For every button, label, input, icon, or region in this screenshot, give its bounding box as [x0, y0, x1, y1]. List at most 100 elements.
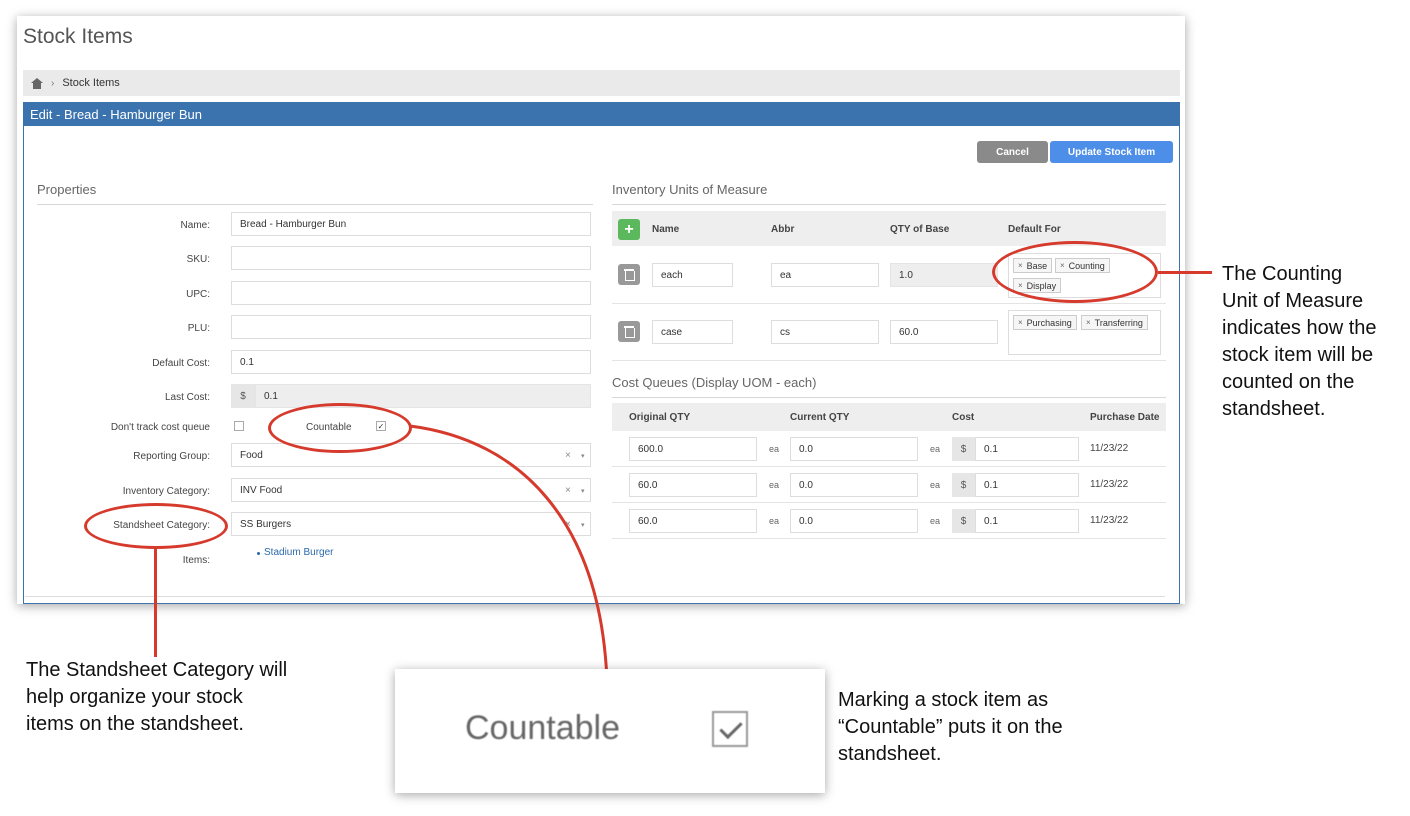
annotation-line: items on the standsheet.	[26, 713, 244, 735]
uom-divider	[612, 204, 1166, 205]
uom-header-abbr: Abbr	[771, 224, 795, 235]
standsheet-category-clear-icon[interactable]: ×	[565, 519, 571, 530]
cq-current-input[interactable]: 0.0	[790, 509, 918, 533]
annotation-line: standsheet.	[838, 743, 942, 765]
tag-label: Transferring	[1094, 317, 1143, 328]
cq-original-input[interactable]: 60.0	[629, 473, 757, 497]
row-divider	[612, 360, 1166, 361]
annotation-counting-uom: The Counting Unit of Measure indicates h…	[1222, 261, 1377, 423]
uom-title: Inventory Units of Measure	[612, 182, 768, 197]
home-icon[interactable]	[31, 77, 43, 89]
annotation-line: Unit of Measure	[1222, 290, 1364, 312]
cq-purchase-date: 11/23/22	[1090, 515, 1129, 526]
upc-input[interactable]	[231, 281, 591, 305]
annotation-line: “Countable” puts it on the	[838, 716, 1063, 738]
countable-zoom-callout: Countable	[395, 669, 825, 793]
annotation-countable: Marking a stock item as “Countable” puts…	[838, 687, 1063, 768]
cancel-button[interactable]: Cancel	[977, 141, 1048, 163]
tag-transferring[interactable]: × Transferring	[1081, 315, 1148, 330]
panel-title: Edit - Bread - Hamburger Bun	[24, 103, 1179, 126]
dont-track-cost-queue-checkbox[interactable]	[234, 421, 244, 431]
connector-line	[154, 549, 157, 657]
annotation-line: standsheet.	[1222, 398, 1326, 420]
inventory-category-chevron-down-icon[interactable]: ▾	[581, 487, 585, 495]
item-link-stadium-burger[interactable]: Stadium Burger	[264, 547, 333, 558]
cq-cost-input[interactable]: 0.1	[975, 509, 1079, 533]
cq-original-input[interactable]: 60.0	[629, 509, 757, 533]
row-divider	[612, 303, 1166, 304]
upc-label: UPC:	[186, 289, 210, 300]
plu-input[interactable]	[231, 315, 591, 339]
add-unit-button[interactable]: +	[618, 219, 640, 240]
sku-label: SKU:	[186, 254, 210, 265]
reporting-group-clear-icon[interactable]: ×	[565, 450, 571, 461]
annotation-line: help organize your stock	[26, 686, 243, 708]
dont-track-cost-queue-label: Don't track cost queue	[110, 422, 210, 433]
breadcrumb: › Stock Items	[23, 70, 1180, 96]
cq-cost-currency: $	[952, 509, 975, 533]
unit-name-input[interactable]: case	[652, 320, 733, 344]
zoom-checkbox-icon	[712, 711, 748, 747]
cq-current-unit: ea	[930, 444, 941, 454]
delete-unit-button[interactable]	[618, 264, 640, 285]
list-bullet	[257, 552, 260, 555]
cq-current-unit: ea	[930, 480, 941, 490]
cq-original-input[interactable]: 600.0	[629, 437, 757, 461]
reporting-group-chevron-down-icon[interactable]: ▾	[581, 452, 585, 460]
unit-qty-input[interactable]: 60.0	[890, 320, 998, 344]
cost-queues-title: Cost Queues (Display UOM - each)	[612, 375, 817, 390]
annotation-line: stock item will be	[1222, 344, 1374, 366]
highlight-standsheet-category	[84, 503, 228, 549]
cq-current-input[interactable]: 0.0	[790, 473, 918, 497]
properties-title: Properties	[37, 182, 97, 197]
cq-header-date: Purchase Date	[1090, 412, 1160, 423]
cost-queues-divider	[612, 397, 1166, 398]
connector-line	[1158, 271, 1212, 274]
unit-qty-value: 1.0	[890, 263, 998, 287]
default-cost-input[interactable]: 0.1	[231, 350, 591, 374]
cq-cost-currency: $	[952, 437, 975, 461]
cq-current-input[interactable]: 0.0	[790, 437, 918, 461]
cq-original-unit: ea	[769, 444, 780, 454]
reporting-group-select[interactable]: Food	[231, 443, 591, 467]
tag-purchasing[interactable]: × Purchasing	[1013, 315, 1077, 330]
cq-purchase-date: 11/23/22	[1090, 443, 1129, 454]
cq-cost-currency: $	[952, 473, 975, 497]
reporting-group-label: Reporting Group:	[133, 451, 210, 462]
inventory-category-select[interactable]: INV Food	[231, 478, 591, 502]
properties-divider	[37, 204, 593, 205]
name-label: Name:	[180, 220, 210, 231]
standsheet-category-chevron-down-icon[interactable]: ▾	[581, 521, 585, 529]
delete-unit-button[interactable]	[618, 321, 640, 342]
cq-cost-input[interactable]: 0.1	[975, 473, 1079, 497]
last-cost-value: 0.1	[255, 384, 591, 408]
update-stock-item-button[interactable]: Update Stock Item	[1050, 141, 1173, 163]
last-cost-currency: $	[231, 384, 255, 408]
cq-header-original: Original QTY	[629, 412, 691, 423]
default-cost-label: Default Cost:	[152, 358, 210, 369]
cost-queue-table-header	[612, 403, 1166, 431]
cq-header-cost: Cost	[952, 412, 975, 423]
sku-input[interactable]	[231, 246, 591, 270]
last-cost-label: Last Cost:	[164, 392, 210, 403]
annotation-line: indicates how the	[1222, 317, 1377, 339]
plu-label: PLU:	[187, 323, 210, 334]
cq-current-unit: ea	[930, 516, 941, 526]
row-divider	[612, 466, 1166, 467]
unit-name-input[interactable]: each	[652, 263, 733, 287]
name-input[interactable]: Bread - Hamburger Bun	[231, 212, 591, 236]
unit-abbr-input[interactable]: ea	[771, 263, 879, 287]
uom-header-default-for: Default For	[1008, 224, 1061, 235]
cq-cost-input[interactable]: 0.1	[975, 437, 1079, 461]
tag-remove-icon[interactable]: ×	[1086, 318, 1091, 327]
tag-remove-icon[interactable]: ×	[1018, 318, 1023, 327]
annotation-line: Marking a stock item as	[838, 689, 1049, 711]
unit-abbr-input[interactable]: cs	[771, 320, 879, 344]
inventory-category-clear-icon[interactable]: ×	[565, 485, 571, 496]
breadcrumb-current[interactable]: Stock Items	[62, 77, 119, 89]
zoom-countable-label: Countable	[465, 709, 621, 747]
standsheet-category-select[interactable]: SS Burgers	[231, 512, 591, 536]
tag-label: Purchasing	[1026, 317, 1072, 328]
annotation-line: The Counting	[1222, 263, 1343, 285]
page-title: Stock Items	[23, 25, 133, 48]
